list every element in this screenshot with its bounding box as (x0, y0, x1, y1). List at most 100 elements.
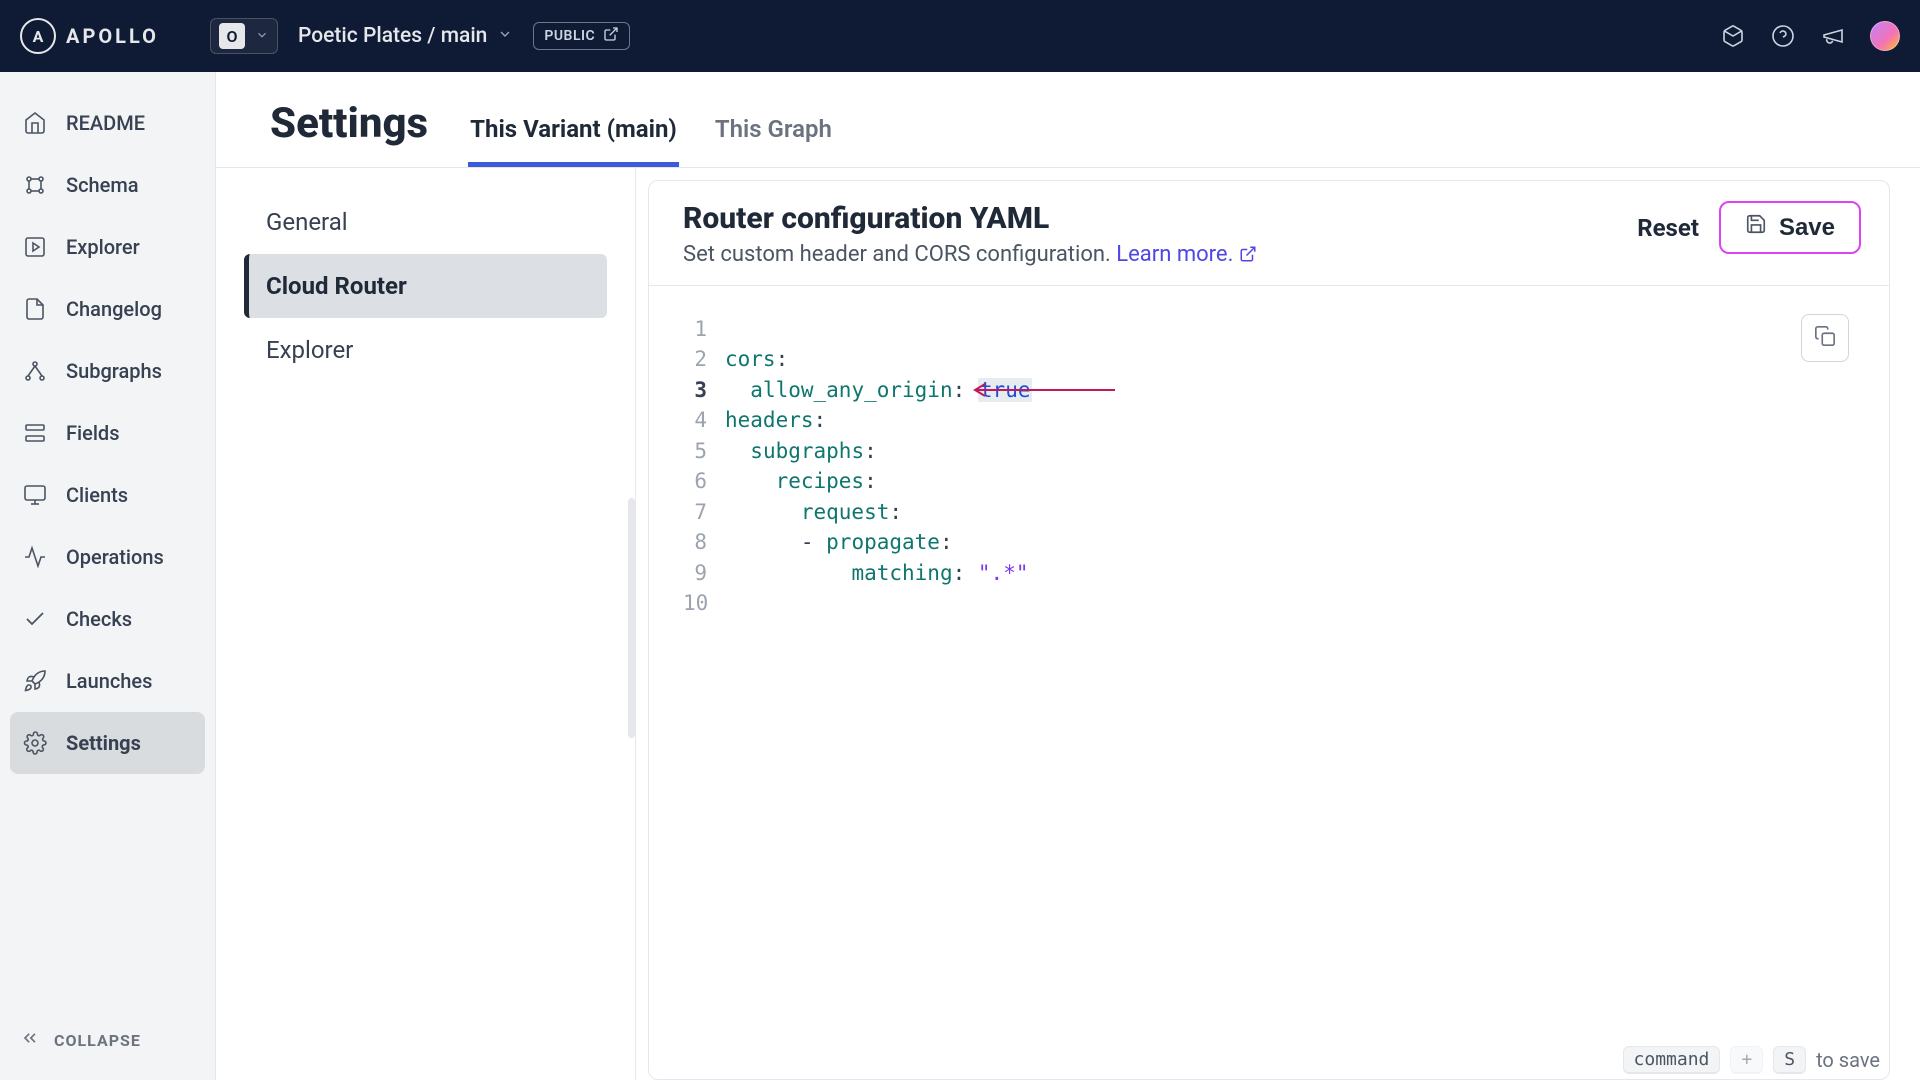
line-number: 2 (683, 344, 725, 374)
nav-label: Fields (66, 421, 120, 445)
help-icon[interactable] (1770, 23, 1796, 49)
external-link-icon (603, 26, 619, 46)
code-content[interactable]: request: (725, 497, 902, 527)
main-panel: Settings This Variant (main) This Graph … (216, 72, 1920, 1080)
home-icon (22, 110, 48, 136)
nav-label: Clients (66, 483, 128, 507)
monitor-icon (22, 482, 48, 508)
card-title: Router configuration YAML (683, 201, 1257, 236)
avatar[interactable] (1870, 21, 1900, 51)
line-number: 7 (683, 497, 725, 527)
chevron-down-icon (497, 24, 513, 48)
gear-icon (22, 730, 48, 756)
brand[interactable]: A APOLLO (20, 18, 210, 54)
nav-label: Operations (66, 545, 164, 569)
settings-sidebar: General Cloud Router Explorer (216, 168, 636, 1080)
org-selector[interactable]: O (210, 18, 278, 54)
brand-word: APOLLO (66, 24, 159, 48)
code-content[interactable]: cors: (725, 344, 788, 374)
nav-item-launches[interactable]: Launches (10, 650, 205, 712)
reset-button[interactable]: Reset (1637, 214, 1699, 242)
save-button[interactable]: Save (1719, 201, 1861, 254)
collapse-label: COLLAPSE (54, 1031, 141, 1050)
nav-item-operations[interactable]: Operations (10, 526, 205, 588)
megaphone-icon[interactable] (1820, 23, 1846, 49)
code-content[interactable]: - propagate: (725, 527, 953, 557)
settings-item-explorer[interactable]: Explorer (244, 318, 607, 382)
nav-label: Checks (66, 607, 132, 631)
page-header: Settings This Variant (main) This Graph (216, 72, 1920, 168)
org-avatar: O (219, 23, 245, 49)
code-content[interactable]: matching: ".*" (725, 558, 1028, 588)
play-square-icon (22, 234, 48, 260)
nav-item-readme[interactable]: README (10, 92, 205, 154)
nav-label: Changelog (66, 297, 162, 321)
box-icon[interactable] (1720, 23, 1746, 49)
graph-breadcrumb[interactable]: Poetic Plates / main (298, 24, 513, 48)
nav-item-fields[interactable]: Fields (10, 402, 205, 464)
nav-item-subgraphs[interactable]: Subgraphs (10, 340, 205, 402)
line-number: 1 (683, 314, 725, 344)
fields-icon (22, 420, 48, 446)
annotation-arrow-icon (965, 375, 1115, 405)
code-line[interactable]: 3 allow_any_origin: true (683, 375, 1809, 405)
code-content[interactable]: subgraphs: (725, 436, 877, 466)
chevrons-left-icon (20, 1028, 40, 1052)
code-line[interactable]: 10 (683, 588, 1809, 618)
code-line[interactable]: 8 - propagate: (683, 527, 1809, 557)
nav-item-changelog[interactable]: Changelog (10, 278, 205, 340)
line-number: 6 (683, 466, 725, 496)
learn-more-link[interactable]: Learn more. (1116, 242, 1257, 267)
settings-tabs: This Variant (main) This Graph (468, 115, 834, 167)
settings-item-cloud-router[interactable]: Cloud Router (244, 254, 607, 318)
check-icon (22, 606, 48, 632)
card-subtitle-text: Set custom header and CORS configuration… (683, 242, 1116, 267)
code-content[interactable]: allow_any_origin: true (725, 375, 1032, 405)
nav-label: Launches (66, 669, 152, 693)
code-line[interactable]: 6 recipes: (683, 466, 1809, 496)
line-number: 8 (683, 527, 725, 557)
kbd-command: command (1623, 1046, 1721, 1074)
public-badge-label: PUBLIC (544, 28, 595, 44)
external-link-icon (1239, 242, 1257, 267)
code-line[interactable]: 4headers: (683, 405, 1809, 435)
yaml-editor[interactable]: 12cors:3 allow_any_origin: true4headers:… (649, 286, 1889, 646)
primary-nav: README Schema Explorer Changelog Subgrap… (0, 72, 216, 1080)
chevron-down-icon (255, 27, 269, 46)
public-badge[interactable]: PUBLIC (533, 22, 630, 50)
nav-item-settings[interactable]: Settings (10, 712, 205, 774)
kbd-plus: + (1730, 1046, 1763, 1074)
copy-button[interactable] (1801, 314, 1849, 362)
line-number: 10 (683, 588, 725, 618)
save-icon (1745, 213, 1767, 242)
learn-more-text: Learn more. (1116, 242, 1233, 267)
code-line[interactable]: 2cors: (683, 344, 1809, 374)
activity-icon (22, 544, 48, 570)
line-number: 4 (683, 405, 725, 435)
code-content[interactable]: recipes: (725, 466, 877, 496)
router-config-card: Router configuration YAML Set custom hea… (648, 180, 1890, 1080)
content-area: Router configuration YAML Set custom hea… (636, 168, 1920, 1080)
nav-item-explorer[interactable]: Explorer (10, 216, 205, 278)
code-line[interactable]: 9 matching: ".*" (683, 558, 1809, 588)
code-content[interactable]: headers: (725, 405, 826, 435)
graph-crumb-text: Poetic Plates / main (298, 24, 487, 48)
tab-this-graph[interactable]: This Graph (713, 115, 834, 167)
code-line[interactable]: 5 subgraphs: (683, 436, 1809, 466)
nav-label: Settings (66, 731, 141, 755)
code-line[interactable]: 1 (683, 314, 1809, 344)
save-hint: command + S to save (1623, 1040, 1880, 1080)
network-icon (22, 358, 48, 384)
app-header: A APOLLO O Poetic Plates / main PUBLIC (0, 0, 1920, 72)
line-number: 3 (683, 375, 725, 405)
nav-item-checks[interactable]: Checks (10, 588, 205, 650)
settings-item-general[interactable]: General (244, 190, 607, 254)
nav-item-schema[interactable]: Schema (10, 154, 205, 216)
tab-this-variant[interactable]: This Variant (main) (468, 115, 679, 167)
nav-item-clients[interactable]: Clients (10, 464, 205, 526)
save-hint-text: to save (1816, 1048, 1880, 1072)
nav-label: README (66, 111, 145, 135)
code-line[interactable]: 7 request: (683, 497, 1809, 527)
collapse-nav-button[interactable]: COLLAPSE (10, 1010, 205, 1070)
nav-label: Schema (66, 173, 139, 197)
